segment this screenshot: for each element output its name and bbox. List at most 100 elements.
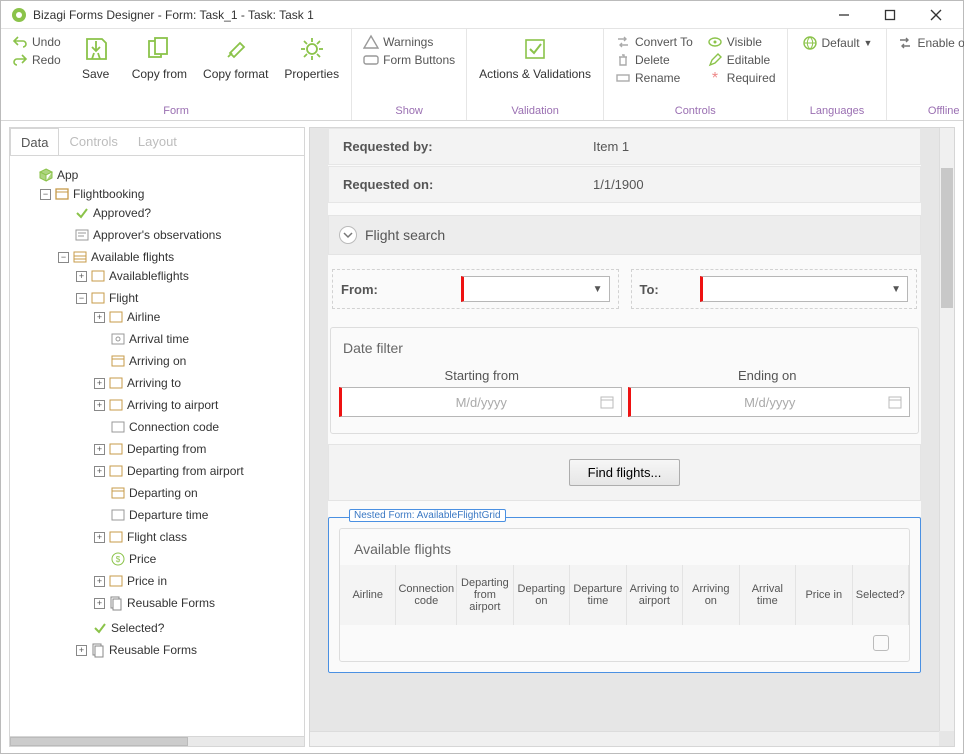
expand-icon[interactable]: + bbox=[94, 598, 105, 609]
tree-h-scrollbar[interactable] bbox=[10, 736, 304, 746]
redo-button[interactable]: Redo bbox=[9, 51, 64, 69]
expand-icon[interactable]: + bbox=[76, 271, 87, 282]
requested-on-row[interactable]: Requested on: 1/1/1900 bbox=[328, 166, 921, 203]
starting-from-input[interactable]: M/d/yyyy bbox=[339, 387, 622, 417]
nested-form[interactable]: Nested Form: AvailableFlightGrid Availab… bbox=[328, 517, 921, 673]
requested-by-value: Item 1 bbox=[579, 131, 920, 162]
tab-data[interactable]: Data bbox=[10, 128, 59, 156]
expand-icon[interactable]: + bbox=[94, 312, 105, 323]
requested-by-row[interactable]: Requested by: Item 1 bbox=[328, 128, 921, 165]
editable-button[interactable]: Editable bbox=[704, 51, 779, 69]
tree-node-arriving-to[interactable]: +Arriving to bbox=[94, 375, 300, 391]
tree-node-price[interactable]: $Price bbox=[94, 551, 300, 567]
undo-button[interactable]: Undo bbox=[9, 33, 64, 51]
date-icon bbox=[110, 485, 126, 501]
tree-node-price-in[interactable]: +Price in bbox=[94, 573, 300, 589]
canvas-h-scrollbar[interactable] bbox=[310, 731, 939, 746]
from-combo[interactable]: ▼ bbox=[461, 276, 610, 302]
entity-icon bbox=[54, 186, 70, 202]
default-language-button[interactable]: Default ▼ bbox=[792, 31, 883, 55]
close-button[interactable] bbox=[913, 2, 959, 28]
canvas-v-scrollbar[interactable] bbox=[939, 128, 954, 731]
save-button[interactable]: Save bbox=[68, 31, 124, 85]
col-arriving-on[interactable]: Arriving on bbox=[683, 565, 739, 625]
collapse-icon[interactable]: − bbox=[40, 189, 51, 200]
undo-icon bbox=[12, 34, 28, 50]
tree-node-arrival-time[interactable]: Arrival time bbox=[94, 331, 300, 347]
to-field[interactable]: To: ▼ bbox=[631, 269, 918, 309]
col-departure-time[interactable]: Departure time bbox=[570, 565, 626, 625]
tab-layout[interactable]: Layout bbox=[128, 128, 187, 156]
tree-node-approver-obs[interactable]: Approver's observations bbox=[58, 227, 300, 243]
collapse-icon[interactable]: − bbox=[76, 293, 87, 304]
from-field[interactable]: From: ▼ bbox=[332, 269, 619, 309]
copy-from-button[interactable]: Copy from bbox=[124, 31, 195, 85]
tree-node-arriving-to-airport[interactable]: +Arriving to airport bbox=[94, 397, 300, 413]
collapse-icon[interactable]: − bbox=[58, 252, 69, 263]
tree-node-approved[interactable]: Approved? bbox=[58, 205, 300, 221]
col-departing-from-airport[interactable]: Departing from airport bbox=[457, 565, 513, 625]
actions-validations-button[interactable]: Actions & Validations bbox=[471, 31, 599, 85]
default-language-label: Default bbox=[822, 36, 860, 50]
text-icon bbox=[74, 227, 90, 243]
editable-label: Editable bbox=[727, 53, 770, 67]
required-button[interactable]: *Required bbox=[704, 69, 779, 87]
col-connection-code[interactable]: Connection code bbox=[396, 565, 457, 625]
undo-label: Undo bbox=[32, 35, 61, 49]
tree-node-airline[interactable]: +Airline bbox=[94, 309, 300, 325]
maximize-button[interactable] bbox=[867, 2, 913, 28]
expand-icon[interactable]: + bbox=[94, 378, 105, 389]
expand-icon[interactable]: + bbox=[94, 466, 105, 477]
expand-icon[interactable]: + bbox=[76, 645, 87, 656]
col-arrival-time[interactable]: Arrival time bbox=[740, 565, 796, 625]
date-filter-group[interactable]: Date filter Starting from Ending on M/d/… bbox=[330, 327, 919, 434]
tree-node-departure-time[interactable]: Departure time bbox=[94, 507, 300, 523]
col-selected[interactable]: Selected? bbox=[853, 565, 909, 625]
enable-offline-button[interactable]: Enable offline bbox=[891, 31, 964, 55]
flight-search-section[interactable]: Flight search bbox=[328, 215, 921, 255]
tree-node-reusable-forms-2[interactable]: +Reusable Forms bbox=[76, 642, 300, 658]
tab-controls[interactable]: Controls bbox=[59, 128, 127, 156]
tree-node-app[interactable]: App bbox=[22, 167, 300, 183]
col-arriving-to-airport[interactable]: Arriving to airport bbox=[627, 565, 683, 625]
find-flights-row: Find flights... bbox=[328, 444, 921, 501]
tree-node-arriving-on[interactable]: Arriving on bbox=[94, 353, 300, 369]
find-flights-button[interactable]: Find flights... bbox=[569, 459, 681, 486]
col-airline[interactable]: Airline bbox=[340, 565, 396, 625]
properties-button[interactable]: Properties bbox=[276, 31, 347, 85]
properties-label: Properties bbox=[284, 67, 339, 81]
tree-node-departing-on[interactable]: Departing on bbox=[94, 485, 300, 501]
form-buttons-button[interactable]: Form Buttons bbox=[360, 51, 458, 69]
tree-node-departing-from-airport[interactable]: +Departing from airport bbox=[94, 463, 300, 479]
expand-icon[interactable]: + bbox=[94, 400, 105, 411]
collection-icon bbox=[72, 249, 88, 265]
expand-icon[interactable]: + bbox=[94, 444, 105, 455]
convert-to-button[interactable]: Convert To bbox=[612, 33, 696, 51]
minimize-button[interactable] bbox=[821, 2, 867, 28]
col-price-in[interactable]: Price in bbox=[796, 565, 852, 625]
expand-icon[interactable]: + bbox=[94, 532, 105, 543]
chevron-down-icon[interactable] bbox=[339, 226, 357, 244]
copy-format-button[interactable]: Copy format bbox=[195, 31, 276, 85]
calendar-icon[interactable] bbox=[887, 394, 903, 410]
tree-node-flightbooking[interactable]: − Flightbooking bbox=[40, 186, 300, 202]
visible-button[interactable]: Visible bbox=[704, 33, 779, 51]
calendar-icon[interactable] bbox=[599, 394, 615, 410]
delete-button[interactable]: Delete bbox=[612, 51, 696, 69]
tree-node-available-flights[interactable]: −Available flights bbox=[58, 249, 300, 265]
tree-node-departing-from[interactable]: +Departing from bbox=[94, 441, 300, 457]
col-departing-on[interactable]: Departing on bbox=[514, 565, 570, 625]
tree-node-flight-class[interactable]: +Flight class bbox=[94, 529, 300, 545]
tree-node-reusable-forms[interactable]: +Reusable Forms bbox=[94, 595, 300, 611]
ribbon-group-validation: Validation bbox=[471, 103, 599, 120]
tree-node-availableflights[interactable]: +Availableflights bbox=[76, 268, 300, 284]
to-combo[interactable]: ▼ bbox=[700, 276, 909, 302]
tree-node-selected[interactable]: Selected? bbox=[76, 620, 300, 636]
row-checkbox[interactable] bbox=[873, 635, 889, 651]
ending-on-input[interactable]: M/d/yyyy bbox=[628, 387, 911, 417]
tree-node-connection-code[interactable]: Connection code bbox=[94, 419, 300, 435]
tree-node-flight[interactable]: −Flight bbox=[76, 290, 300, 306]
expand-icon[interactable]: + bbox=[94, 576, 105, 587]
rename-button[interactable]: Rename bbox=[612, 69, 696, 87]
warnings-button[interactable]: Warnings bbox=[360, 33, 458, 51]
